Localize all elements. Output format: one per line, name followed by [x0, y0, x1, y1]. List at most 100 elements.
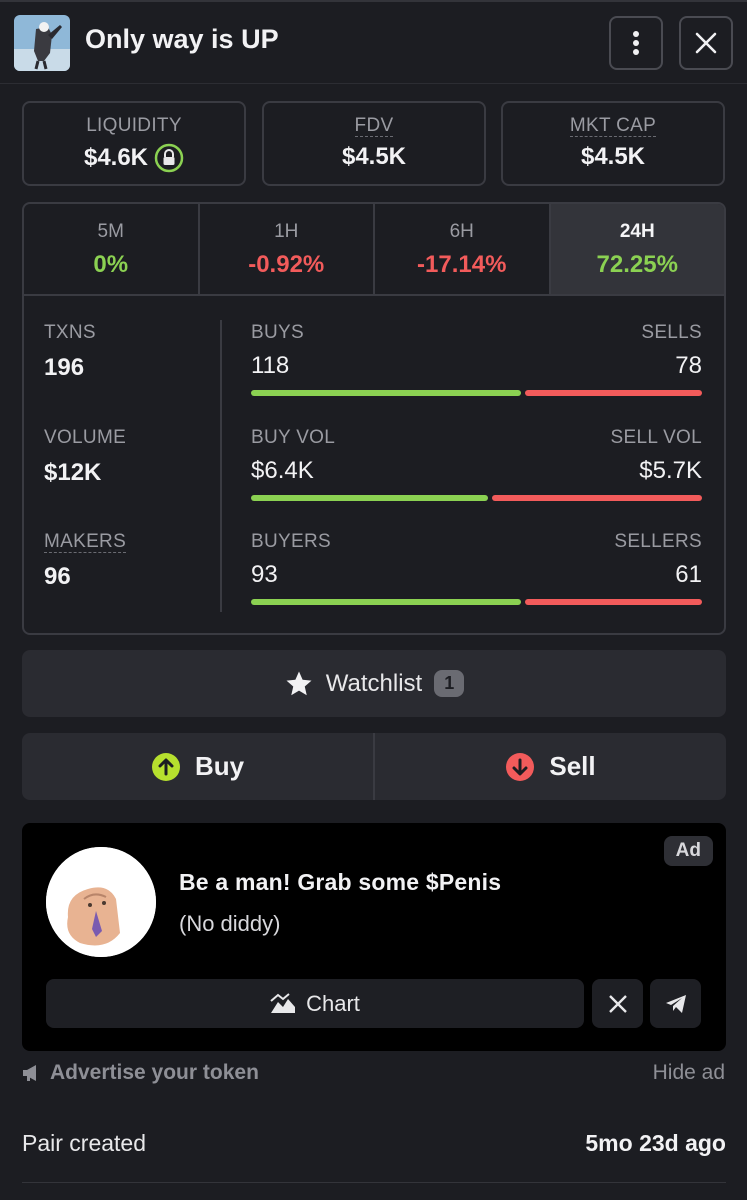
- locked-liquidity-icon[interactable]: [154, 143, 184, 173]
- arrow-up-circle-icon: [151, 752, 180, 781]
- header-bar: Only way is UP: [0, 0, 747, 84]
- split-labels: BUY VOL SELL VOL: [251, 427, 702, 449]
- megaphone-icon: [23, 1065, 36, 1081]
- sell-vol-value: $5.7K: [639, 457, 702, 484]
- close-icon: [695, 32, 717, 54]
- column-divider: [220, 320, 222, 612]
- ad-chart-button[interactable]: Chart: [46, 979, 584, 1028]
- star-icon: [286, 671, 312, 695]
- tab-6h[interactable]: 6H -17.14%: [375, 204, 551, 294]
- sells-label: SELLS: [641, 322, 702, 343]
- tab-1h[interactable]: 1H -0.92%: [200, 204, 375, 294]
- liquidity-value-row: $4.6K: [24, 143, 244, 173]
- buy-button[interactable]: Buy: [22, 733, 375, 800]
- x-logo-icon: [608, 994, 627, 1013]
- sell-button[interactable]: Sell: [375, 733, 726, 800]
- volume-label: VOLUME: [44, 427, 127, 448]
- sellers-label: SELLERS: [614, 531, 702, 552]
- pair-created-value: 5mo 23d ago: [585, 1130, 726, 1156]
- tab-change: -17.14%: [417, 251, 507, 278]
- watchlist-button[interactable]: Watchlist 1: [22, 650, 726, 717]
- buy-vol-label: BUY VOL: [251, 427, 336, 448]
- volume-metric: VOLUME $12K: [44, 427, 126, 487]
- timeframe-tabs: 5M 0% 1H -0.92% 6H -17.14% 24H 72.25%: [24, 204, 724, 296]
- tab-change: 72.25%: [596, 251, 678, 278]
- split-values: 93 61: [251, 553, 702, 589]
- liquidity-label: LIQUIDITY: [86, 115, 182, 136]
- buyers-sellers-bar: [251, 599, 702, 605]
- split-labels: BUYS SELLS: [251, 322, 702, 344]
- tab-change: -0.92%: [248, 251, 325, 278]
- ad-card[interactable]: Be a man! Grab some $Penis (No diddy) Ad…: [22, 823, 726, 1051]
- hide-ad-link[interactable]: Hide ad: [653, 1061, 725, 1085]
- watchlist-label: Watchlist: [325, 669, 423, 697]
- sells-bar: [525, 390, 702, 396]
- buyers-sellers-split: BUYERS SELLERS 93 61: [251, 531, 702, 605]
- txns-metric: TXNS 196: [44, 322, 96, 382]
- makers-value: 96: [44, 563, 71, 590]
- sellers-bar: [525, 599, 702, 605]
- fdv-label-wrap: FDV: [264, 115, 484, 137]
- ad-badge: Ad: [663, 836, 713, 866]
- mkt-cap-value: $4.5K: [580, 143, 646, 170]
- chart-mountain-icon: [270, 992, 296, 1013]
- advertise-label: Advertise your token: [50, 1061, 259, 1084]
- makers-metric: MAKERS 96: [44, 531, 127, 591]
- sell-vol-label: SELL VOL: [610, 427, 702, 448]
- arrow-down-circle-icon: [506, 752, 535, 781]
- tab-5m[interactable]: 5M 0%: [24, 204, 200, 294]
- ad-x-button[interactable]: [592, 979, 643, 1028]
- sells-value: 78: [675, 352, 702, 379]
- pair-created-row: Pair created 5mo 23d ago: [22, 1130, 726, 1157]
- liquidity-card: LIQUIDITY $4.6K: [22, 101, 246, 186]
- txns-value: 196: [44, 354, 85, 381]
- buys-bar: [251, 390, 521, 396]
- tab-24h[interactable]: 24H 72.25%: [550, 204, 724, 294]
- buyers-label: BUYERS: [251, 531, 331, 552]
- trading-stats-panel: 5M 0% 1H -0.92% 6H -17.14% 24H 72.25% TX…: [22, 202, 726, 635]
- tab-change: 0%: [93, 251, 129, 278]
- mkt-cap-label-wrap: MKT CAP: [503, 115, 723, 137]
- token-title: Only way is UP: [85, 24, 279, 54]
- liquidity-value: $4.6K: [83, 144, 149, 171]
- fdv-value: $4.5K: [341, 143, 407, 170]
- telegram-icon: [665, 994, 686, 1013]
- buys-sells-bar: [251, 390, 702, 396]
- buyers-value: 93: [251, 561, 278, 588]
- mkt-cap-label[interactable]: MKT CAP: [569, 115, 657, 137]
- ad-telegram-button[interactable]: [650, 979, 701, 1028]
- buyers-bar: [251, 599, 521, 605]
- sellers-value: 61: [675, 561, 702, 588]
- fdv-card: FDV $4.5K: [262, 101, 486, 186]
- split-labels: BUYERS SELLERS: [251, 531, 702, 553]
- tab-label: 6H: [449, 221, 474, 242]
- ad-title: Be a man! Grab some $Penis: [179, 869, 502, 895]
- makers-label-wrap: MAKERS: [44, 531, 127, 553]
- tab-label: 1H: [274, 221, 299, 242]
- split-values: $6.4K $5.7K: [251, 449, 702, 485]
- sell-label: Sell: [549, 751, 596, 781]
- buys-value: 118: [251, 352, 290, 379]
- buy-vol-value: $6.4K: [251, 457, 314, 484]
- tab-label: 5M: [97, 221, 124, 242]
- close-button[interactable]: [679, 16, 733, 70]
- buys-sells-split: BUYS SELLS 118 78: [251, 322, 702, 396]
- buy-sell-volume-split: BUY VOL SELL VOL $6.4K $5.7K: [251, 427, 702, 501]
- fdv-label[interactable]: FDV: [354, 115, 394, 137]
- sell-vol-bar: [492, 495, 702, 501]
- advertise-link[interactable]: Advertise your token: [22, 1061, 259, 1085]
- divider: [22, 1182, 726, 1183]
- ad-chart-label: Chart: [306, 990, 360, 1016]
- tab-label: 24H: [619, 221, 655, 242]
- buy-label: Buy: [194, 751, 245, 781]
- watchlist-count-badge: 1: [434, 670, 465, 697]
- buys-label: BUYS: [251, 322, 304, 343]
- volume-value: $12K: [44, 459, 102, 486]
- makers-label[interactable]: MAKERS: [44, 531, 127, 553]
- more-options-button[interactable]: [609, 16, 663, 70]
- token-avatar: [14, 15, 70, 71]
- txns-label: TXNS: [44, 322, 96, 343]
- split-values: 118 78: [251, 344, 702, 380]
- volume-bar: [251, 495, 702, 501]
- trade-buttons: Buy Sell: [22, 733, 726, 800]
